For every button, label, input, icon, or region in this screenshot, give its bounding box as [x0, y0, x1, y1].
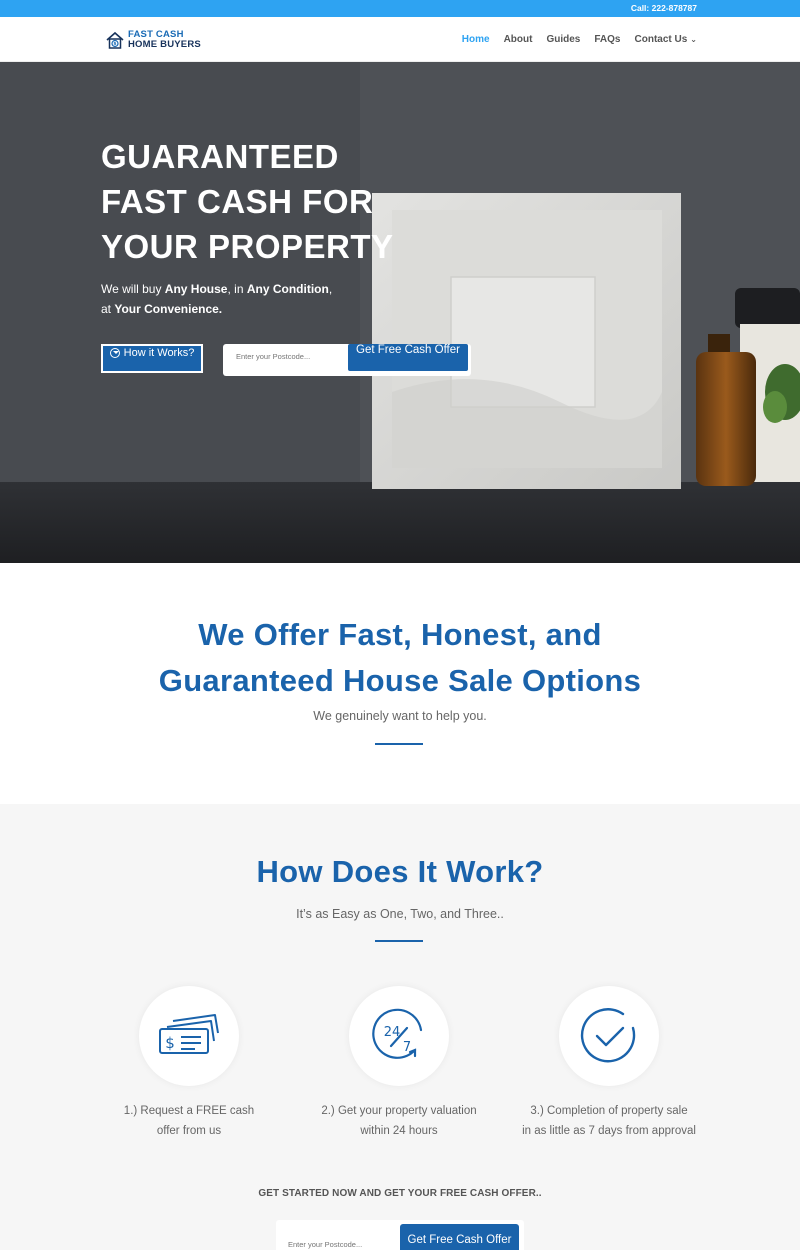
cta-postcode-input[interactable] [288, 1238, 398, 1250]
hero-title-line-3: YOUR PROPERTY [101, 228, 394, 265]
offer-title-line-1: We Offer Fast, Honest, and [198, 617, 602, 652]
step-3-circle [559, 986, 659, 1086]
cta-get-offer-button[interactable]: Get Free Cash Offer [400, 1224, 519, 1250]
svg-text:7: 7 [403, 1040, 411, 1055]
how-subtitle: It’s as Easy as One, Two, and Three.. [296, 907, 504, 921]
offer-divider [375, 743, 423, 745]
cta-label: GET STARTED NOW AND GET YOUR FREE CASH O… [258, 1188, 542, 1199]
site-header: $ FAST CASH HOME BUYERS Home About Guide… [0, 17, 800, 62]
logo[interactable]: $ FAST CASH HOME BUYERS [105, 28, 201, 52]
house-dollar-icon: $ [106, 31, 124, 49]
nav-item-about[interactable]: About [504, 34, 533, 45]
hero-title: GUARANTEED FAST CASH FOR YOUR PROPERTY [101, 134, 401, 269]
offer-section: We Offer Fast, Honest, and Guaranteed Ho… [0, 563, 800, 804]
offer-subtitle: We genuinely want to help you. [313, 709, 487, 723]
hero-sub-bold-1: Any House [164, 282, 228, 296]
how-divider [375, 940, 423, 942]
chevron-circle-down-icon [109, 348, 120, 358]
nav-item-home[interactable]: Home [462, 34, 490, 45]
step-2-circle: 24 7 [349, 986, 449, 1086]
nav-item-contact-label: Contact Us [634, 34, 688, 45]
how-it-works-label: How it Works? [123, 347, 195, 359]
step-1-circle: $ [139, 986, 239, 1086]
hero-sub-text-3: , [328, 282, 333, 296]
hero-sub-text-4: at [101, 302, 115, 316]
nav-item-faqs[interactable]: FAQs [594, 34, 620, 45]
hero-section: GUARANTEED FAST CASH FOR YOUR PROPERTY W… [0, 62, 800, 563]
main-nav: Home About Guides FAQs Contact Us ⌄ [462, 34, 697, 45]
offer-title-line-2: Guaranteed House Sale Options [158, 663, 642, 698]
how-it-works-section: How Does It Work? It’s as Easy as One, T… [0, 804, 800, 1250]
offer-title: We Offer Fast, Honest, and Guaranteed Ho… [0, 612, 800, 704]
step-3-text: 3.) Completion of property sale in as li… [504, 1101, 714, 1141]
call-number[interactable]: Call: 222-878787 [631, 3, 697, 13]
svg-text:24: 24 [384, 1025, 401, 1040]
how-title: How Does It Work? [256, 854, 544, 889]
hero-title-line-1: GUARANTEED [101, 138, 339, 175]
logo-line-2: HOME BUYERS [128, 39, 201, 50]
hero-sub-text-1: We will buy [101, 282, 165, 296]
top-bar: Call: 222-878787 [0, 0, 800, 17]
step-1-line-2: offer from us [156, 1125, 222, 1137]
hero-postcode-input[interactable] [236, 350, 351, 362]
hero-sub-text-2: , in [227, 282, 247, 296]
hero-subtitle: We will buy Any House, in Any Condition,… [101, 279, 401, 319]
clock-24-7-icon: 24 7 [372, 1008, 423, 1059]
nav-item-contact[interactable]: Contact Us ⌄ [635, 34, 698, 45]
step-1-line-1: 1.) Request a FREE cash [123, 1105, 255, 1117]
step-2-line-2: within 24 hours [360, 1125, 438, 1137]
how-it-works-button[interactable]: How it Works? [101, 344, 203, 373]
hero-postcode-form: Get Free Cash Offer [223, 344, 471, 376]
nav-item-guides[interactable]: Guides [546, 34, 580, 45]
svg-text:$: $ [165, 1034, 175, 1052]
hero-sub-bold-3: Your Convenience. [114, 302, 223, 316]
step-2-line-1: 2.) Get your property valuation [321, 1105, 477, 1117]
step-3-line-2: in as little as 7 days from approval [522, 1125, 696, 1137]
chevron-down-icon: ⌄ [690, 35, 697, 44]
checkmark-circle-icon [580, 1008, 636, 1063]
step-2-text: 2.) Get your property valuation within 2… [294, 1101, 504, 1141]
hero-title-line-2: FAST CASH FOR [101, 183, 374, 220]
cash-bills-icon: $ [159, 1014, 219, 1054]
step-3-line-1: 3.) Completion of property sale [530, 1105, 688, 1117]
cta-postcode-form: Get Free Cash Offer [276, 1220, 524, 1250]
hero-sub-bold-2: Any Condition [246, 282, 329, 296]
svg-text:$: $ [113, 41, 116, 47]
step-1-text: 1.) Request a FREE cash offer from us [84, 1101, 294, 1141]
hero-get-offer-button[interactable]: Get Free Cash Offer [348, 344, 468, 371]
